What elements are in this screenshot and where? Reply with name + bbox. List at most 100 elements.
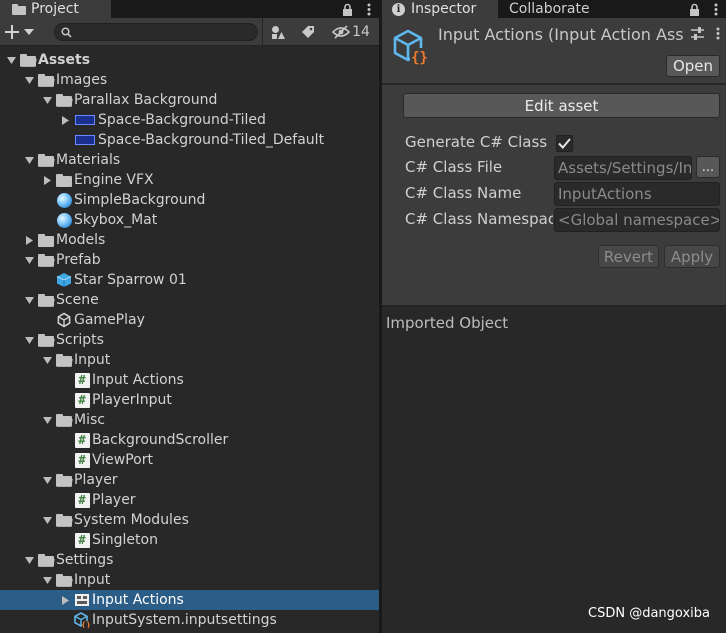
expand-arrow-down-icon[interactable] bbox=[23, 250, 35, 270]
sprite-icon bbox=[74, 132, 96, 148]
tree-row-selected[interactable]: Input Actions bbox=[0, 590, 379, 610]
tree-row[interactable]: System Modules bbox=[0, 510, 379, 530]
prefab-icon bbox=[56, 272, 72, 288]
folder-open-icon bbox=[38, 152, 55, 168]
more-options-icon[interactable] bbox=[716, 27, 720, 40]
generate-class-checkbox[interactable] bbox=[556, 135, 573, 152]
more-options-icon[interactable] bbox=[714, 3, 718, 16]
lock-icon[interactable] bbox=[689, 3, 700, 16]
info-icon: i bbox=[392, 2, 405, 16]
lock-icon[interactable] bbox=[342, 3, 353, 16]
folder-open-icon bbox=[38, 292, 55, 308]
input-actions-asset-icon: {} bbox=[393, 29, 429, 66]
tree-row[interactable]: # BackgroundScroller bbox=[0, 430, 379, 450]
tree-row-label: Input bbox=[74, 572, 111, 588]
tree-row[interactable]: Models bbox=[0, 230, 379, 250]
revert-button[interactable]: Revert bbox=[598, 245, 659, 268]
expand-arrow-down-icon[interactable] bbox=[23, 70, 35, 90]
tab-project[interactable]: Project bbox=[0, 0, 111, 18]
expand-arrow-down-icon[interactable] bbox=[41, 570, 53, 590]
expand-arrow-right-icon[interactable] bbox=[59, 590, 71, 610]
shapes-icon bbox=[271, 25, 285, 39]
tree-row-label: Skybox_Mat bbox=[74, 212, 158, 228]
tree-row[interactable]: Input bbox=[0, 570, 379, 590]
tree-row[interactable]: # ViewPort bbox=[0, 450, 379, 470]
tree-row[interactable]: Input bbox=[0, 350, 379, 370]
expand-arrow-down-icon[interactable] bbox=[41, 470, 53, 490]
folder-open-icon bbox=[38, 332, 55, 348]
expand-arrow-down-icon[interactable] bbox=[5, 50, 17, 70]
tree-row-label: Models bbox=[56, 232, 106, 248]
tree-row[interactable]: Scripts bbox=[0, 330, 379, 350]
expand-arrow-right-icon[interactable] bbox=[59, 110, 71, 130]
class-namespace-field[interactable]: <Global namespace> bbox=[554, 208, 720, 232]
more-options-icon[interactable] bbox=[367, 3, 371, 16]
tree-row[interactable]: Misc bbox=[0, 410, 379, 430]
expand-arrow-down-icon[interactable] bbox=[41, 410, 53, 430]
expand-arrow-down-icon[interactable] bbox=[41, 510, 53, 530]
tree-row[interactable]: # Input Actions bbox=[0, 370, 379, 390]
project-tabbar: Project bbox=[0, 0, 379, 18]
tree-row[interactable]: Space-Background-Tiled_Default bbox=[0, 130, 379, 150]
tree-row[interactable]: Scene bbox=[0, 290, 379, 310]
tab-collaborate[interactable]: Collaborate bbox=[500, 0, 600, 18]
expand-arrow-right-icon[interactable] bbox=[23, 230, 35, 250]
expand-arrow-right-icon[interactable] bbox=[41, 170, 53, 190]
tree-row[interactable]: Player bbox=[0, 470, 379, 490]
search-by-label-button[interactable] bbox=[296, 22, 320, 42]
tree-row[interactable]: {} InputSystem.inputsettings bbox=[0, 610, 379, 630]
tab-inspector[interactable]: i Inspector bbox=[382, 0, 498, 18]
tree-row[interactable]: Prefab bbox=[0, 250, 379, 270]
scene-icon bbox=[56, 312, 72, 328]
class-file-field[interactable]: Assets/Settings/Input/Input Actions.cs bbox=[554, 156, 692, 180]
expand-arrow-down-icon[interactable] bbox=[41, 90, 53, 110]
tree-row-label: ViewPort bbox=[92, 452, 153, 468]
browse-class-file-button[interactable]: ... bbox=[696, 156, 720, 178]
tree-row[interactable]: Assets bbox=[0, 50, 379, 70]
tree-row[interactable]: SimpleBackground bbox=[0, 190, 379, 210]
settings-sliders-icon[interactable] bbox=[691, 27, 704, 40]
tree-row[interactable]: Settings bbox=[0, 550, 379, 570]
tree-row[interactable]: # Player bbox=[0, 490, 379, 510]
tab-project-label: Project bbox=[31, 1, 79, 17]
open-button[interactable]: Open bbox=[666, 55, 720, 77]
expand-arrow-down-icon[interactable] bbox=[23, 290, 35, 310]
expand-arrow-down-icon[interactable] bbox=[23, 150, 35, 170]
apply-button[interactable]: Apply bbox=[664, 245, 720, 268]
expand-arrow-down-icon[interactable] bbox=[23, 550, 35, 570]
tree-row[interactable]: Parallax Background bbox=[0, 90, 379, 110]
expand-arrow-down-icon[interactable] bbox=[41, 350, 53, 370]
imported-object-header[interactable]: Imported Object bbox=[386, 314, 508, 332]
folder-open-icon bbox=[20, 52, 37, 68]
tree-row[interactable]: GamePlay bbox=[0, 310, 379, 330]
tree-row[interactable]: Star Sparrow 01 bbox=[0, 270, 379, 290]
edit-asset-button[interactable]: Edit asset bbox=[403, 93, 720, 118]
expand-arrow-down-icon[interactable] bbox=[23, 330, 35, 350]
search-by-type-button[interactable] bbox=[266, 22, 290, 42]
tree-row[interactable]: Materials bbox=[0, 150, 379, 170]
hidden-packages-toggle[interactable]: 14 bbox=[328, 22, 374, 42]
tree-row[interactable]: Skybox_Mat bbox=[0, 210, 379, 230]
search-input[interactable] bbox=[54, 23, 258, 41]
folder-open-icon bbox=[56, 412, 73, 428]
tree-row-label: Parallax Background bbox=[74, 92, 218, 108]
material-icon bbox=[56, 192, 72, 208]
tree-row[interactable]: # PlayerInput bbox=[0, 390, 379, 410]
tree-row[interactable]: Space-Background-Tiled bbox=[0, 110, 379, 130]
tree-row-label: Assets bbox=[38, 52, 91, 68]
tree-row[interactable]: Engine VFX bbox=[0, 170, 379, 190]
section-divider bbox=[382, 305, 726, 307]
tree-row-label: Input Actions bbox=[92, 592, 184, 608]
tree-row-label: Misc bbox=[74, 412, 105, 428]
tag-icon bbox=[302, 26, 314, 38]
tree-row[interactable]: Images bbox=[0, 70, 379, 90]
input-settings-icon: {} bbox=[74, 612, 90, 628]
class-name-field[interactable]: InputActions bbox=[554, 182, 720, 206]
tree-row[interactable]: # Singleton bbox=[0, 530, 379, 550]
tree-row-label: Input bbox=[74, 352, 111, 368]
tree-row-label: Space-Background-Tiled_Default bbox=[98, 132, 325, 148]
create-button[interactable] bbox=[4, 21, 34, 43]
script-icon: # bbox=[74, 532, 90, 548]
